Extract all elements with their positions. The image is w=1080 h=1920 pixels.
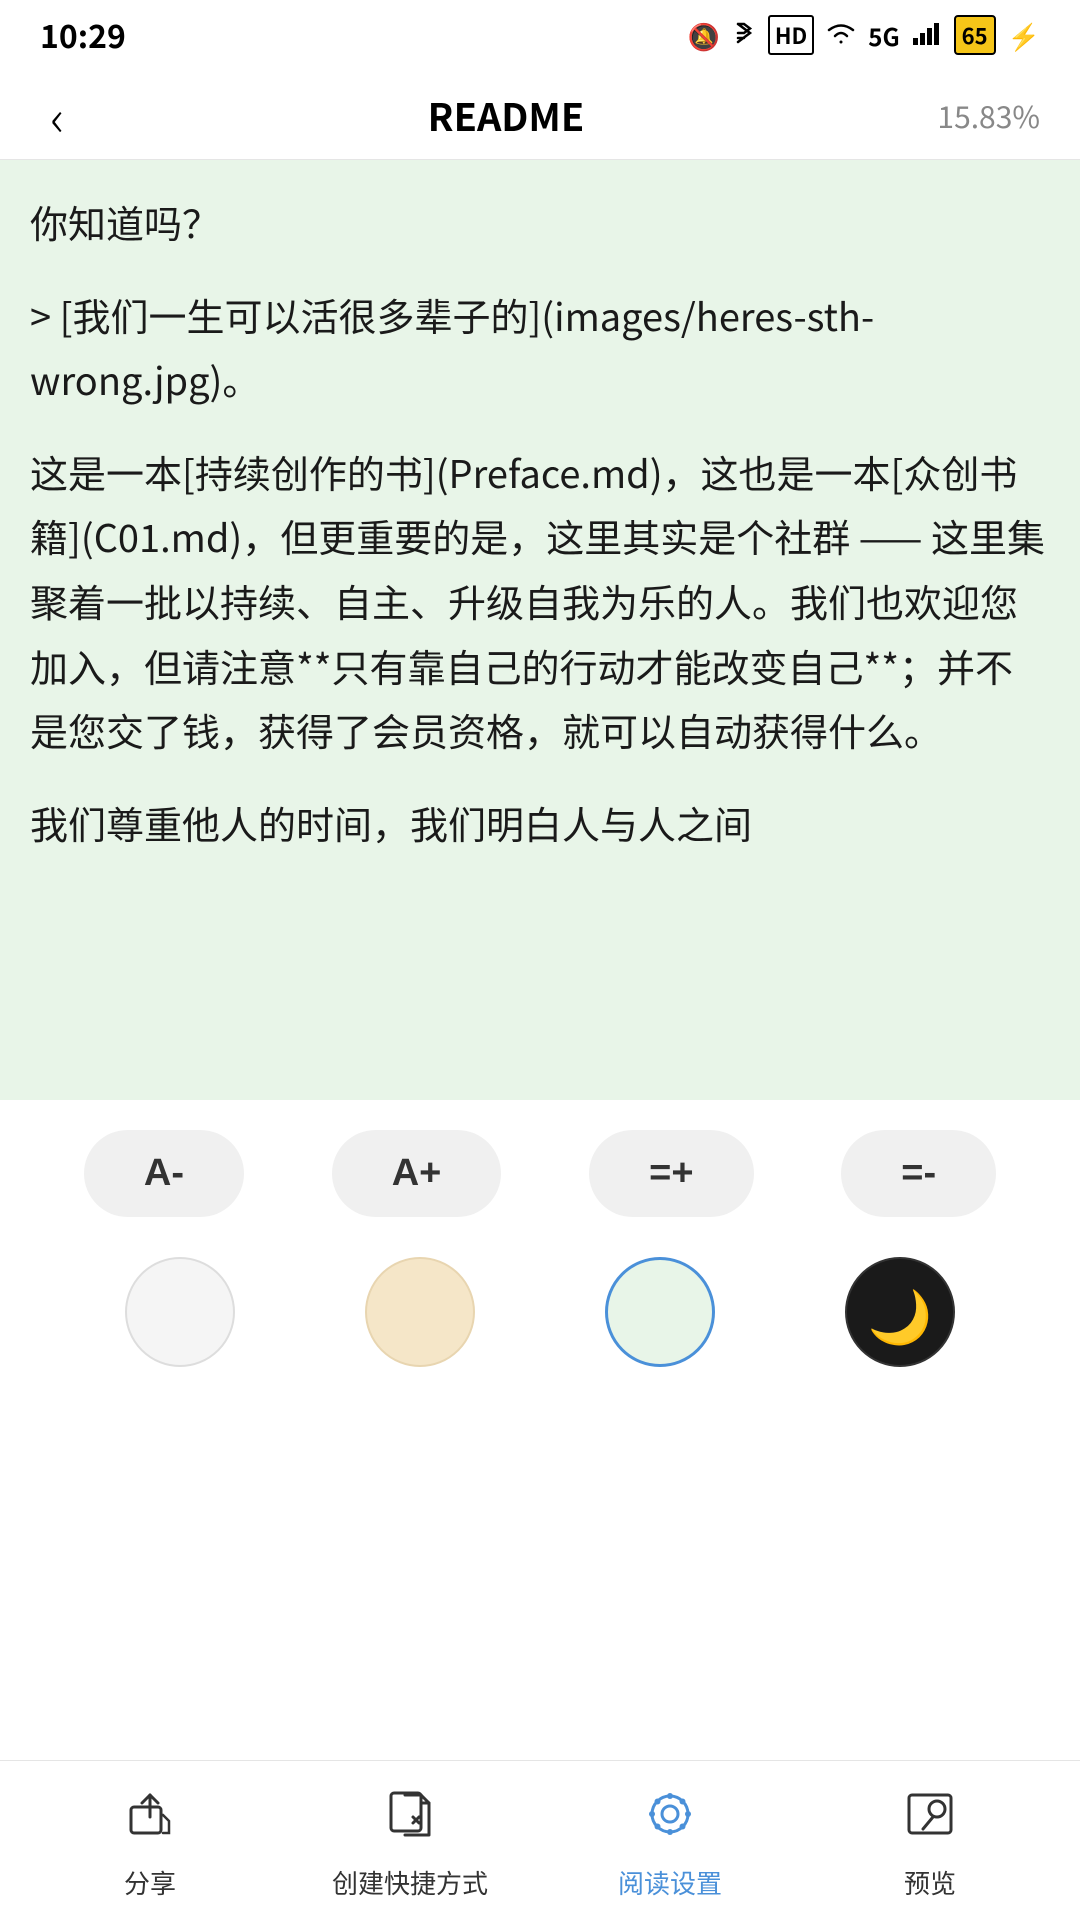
moon-icon: 🌙: [868, 1275, 933, 1350]
bottom-nav-settings[interactable]: 阅读设置: [540, 1781, 800, 1901]
bluetooth-icon: [732, 16, 756, 54]
back-button[interactable]: ‹: [40, 69, 74, 161]
bottom-nav-preview[interactable]: 预览: [800, 1781, 1060, 1901]
font-controls: A- A+ =+ =-: [40, 1130, 1040, 1217]
share-label: 分享: [124, 1864, 176, 1901]
signal-bars-icon: [912, 17, 942, 54]
reading-progress: 15.83%: [937, 93, 1040, 137]
content-blockquote: > [我们一生可以活很多辈子的](images/heres-sth-wrong.…: [30, 283, 1050, 412]
theme-white-button[interactable]: [125, 1257, 235, 1367]
wifi-icon: [826, 17, 856, 54]
mute-icon: 🔕: [688, 17, 720, 54]
theme-cream-button[interactable]: [365, 1257, 475, 1367]
settings-icon: [643, 1781, 697, 1856]
content-paragraph-3: 这是一本[持续创作的书](Preface.md)，这也是一本[众创书籍](C01…: [30, 440, 1050, 763]
status-icons: 🔕 HD 5G 65 ⚡: [688, 15, 1040, 55]
decrease-spacing-button[interactable]: =-: [841, 1130, 996, 1217]
battery-icon: 65: [954, 15, 996, 55]
status-bar: 10:29 🔕 HD 5G 65 ⚡: [0, 0, 1080, 70]
increase-font-button[interactable]: A+: [332, 1130, 502, 1217]
signal-icon: 5G: [868, 18, 899, 53]
hd-icon: HD: [768, 15, 814, 55]
nav-bar: ‹ README 15.83%: [0, 70, 1080, 160]
bottom-nav-shortcut[interactable]: 创建快捷方式: [280, 1781, 540, 1901]
preview-icon: [903, 1781, 957, 1856]
charge-icon: ⚡: [1008, 17, 1040, 54]
shortcut-icon: [383, 1781, 437, 1856]
content-paragraph-4: 我们尊重他人的时间，我们明白人与人之间: [30, 791, 1050, 856]
shortcut-label: 创建快捷方式: [332, 1864, 488, 1901]
document-title: README: [428, 87, 585, 142]
settings-label: 阅读设置: [618, 1864, 722, 1901]
theme-selector: 🌙: [40, 1257, 1040, 1367]
status-time: 10:29: [40, 12, 126, 58]
decrease-font-button[interactable]: A-: [84, 1130, 244, 1217]
bottom-nav-share[interactable]: 分享: [20, 1781, 280, 1901]
increase-spacing-button[interactable]: =+: [589, 1130, 753, 1217]
theme-green-button[interactable]: [605, 1257, 715, 1367]
preview-label: 预览: [904, 1864, 956, 1901]
content-paragraph-1: 你知道吗？: [30, 190, 1050, 255]
theme-night-button[interactable]: 🌙: [845, 1257, 955, 1367]
controls-area: A- A+ =+ =- 🌙: [0, 1100, 1080, 1427]
bottom-navigation: 分享 创建快捷方式: [0, 1760, 1080, 1920]
share-icon: [123, 1781, 177, 1856]
reading-content-area: 你知道吗？ > [我们一生可以活很多辈子的](images/heres-sth-…: [0, 160, 1080, 1100]
